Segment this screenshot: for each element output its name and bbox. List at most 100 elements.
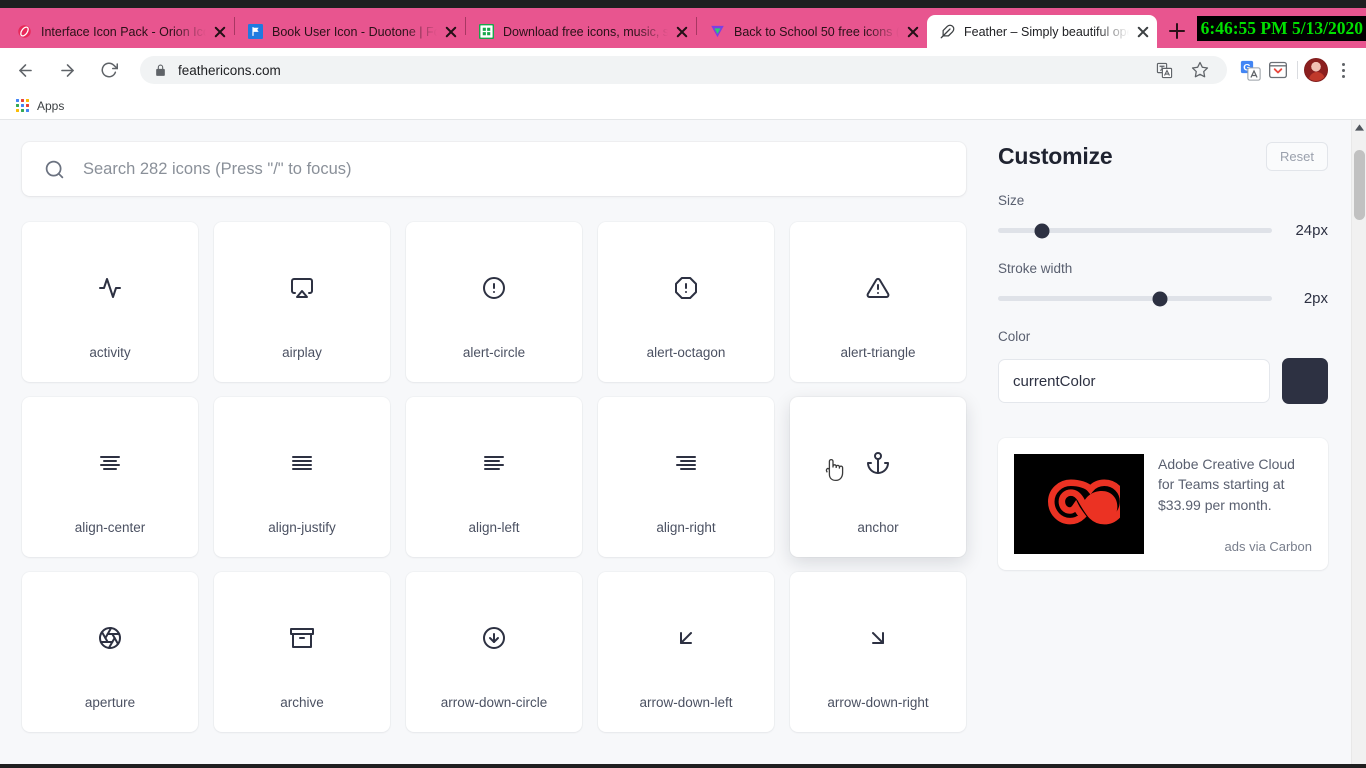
icon-card-alert-circle[interactable]: alert-circle <box>406 222 582 382</box>
color-swatch[interactable] <box>1282 358 1328 404</box>
icon-card-align-center[interactable]: align-center <box>22 397 198 557</box>
icon-card-activity[interactable]: activity <box>22 222 198 382</box>
apps-grid-icon <box>16 99 29 112</box>
lock-icon <box>154 64 167 77</box>
icon-name: arrow-down-right <box>827 695 929 710</box>
tab-strip: Interface Icon Pack - Orion Icon Book Us… <box>0 8 1366 48</box>
reload-button[interactable] <box>94 55 124 85</box>
icon-name: alert-octagon <box>646 345 726 360</box>
search-placeholder: Search 282 icons (Press "/" to focus) <box>83 159 352 178</box>
stroke-width-slider-thumb[interactable] <box>1152 291 1168 306</box>
size-slider-row: 24px <box>998 222 1328 239</box>
extension-pocket-icon[interactable] <box>1265 57 1291 83</box>
stroke-width-slider[interactable] <box>998 291 1272 306</box>
align-justify-icon <box>290 451 314 475</box>
close-icon[interactable] <box>674 24 690 40</box>
icon-card-alert-triangle[interactable]: alert-triangle <box>790 222 966 382</box>
feather-icons-page: Search 282 icons (Press "/" to focus) ac… <box>0 120 1351 764</box>
bookmarks-bar: Apps <box>0 92 1366 120</box>
adobe-creative-cloud-logo <box>1014 454 1144 554</box>
forward-button[interactable] <box>52 55 82 85</box>
reset-button[interactable]: Reset <box>1266 142 1328 171</box>
icon-name: aperture <box>84 695 136 710</box>
icon-grid: activity airplay alert-circle alert-octa… <box>22 222 966 732</box>
scroll-up-arrow[interactable] <box>1352 120 1366 134</box>
window-titlebar <box>0 0 1366 8</box>
icon-name: align-justify <box>268 520 336 535</box>
size-label: Size <box>998 193 1025 208</box>
ad-text-column: Adobe Creative Cloud for Teams starting … <box>1158 454 1312 554</box>
alert-circle-icon <box>482 276 506 300</box>
bookmark-star-icon[interactable] <box>1187 57 1213 83</box>
ad-via-label: ads via Carbon <box>1224 539 1312 554</box>
stroke-width-field: Stroke width 2px <box>998 261 1328 307</box>
clock-overlay: 6:46:55 PM 5/13/2020 <box>1196 16 1366 41</box>
size-field: Size 24px <box>998 193 1328 239</box>
icon-card-arrow-down-left[interactable]: arrow-down-left <box>598 572 774 732</box>
icon-card-aperture[interactable]: aperture <box>22 572 198 732</box>
main-column: Search 282 icons (Press "/" to focus) ac… <box>0 142 966 764</box>
url-text: feathericons.com <box>178 62 281 78</box>
icon-card-alert-octagon[interactable]: alert-octagon <box>598 222 774 382</box>
color-input[interactable]: currentColor <box>998 359 1270 403</box>
browser-tab-4[interactable]: Back to School 50 free icons (S <box>697 15 927 48</box>
icon-name: alert-triangle <box>840 345 916 360</box>
browser-tab-2[interactable]: Book User Icon - Duotone | Fon <box>235 15 465 48</box>
alert-octagon-icon <box>674 276 698 300</box>
icon-name: arrow-down-circle <box>440 695 548 710</box>
size-slider[interactable] <box>998 223 1272 238</box>
close-icon[interactable] <box>212 24 228 40</box>
browser-menu-button[interactable] <box>1330 57 1356 83</box>
mouse-cursor-pointer <box>823 457 845 483</box>
stroke-slider-row: 2px <box>998 290 1328 307</box>
color-field: Color currentColor <box>998 329 1328 404</box>
align-center-icon <box>98 451 122 475</box>
page-scrollbar[interactable] <box>1351 120 1366 764</box>
icon-name: arrow-down-left <box>639 695 733 710</box>
translate-icon[interactable] <box>1151 57 1177 83</box>
purple-triangle-icon <box>709 24 725 40</box>
icon-card-archive[interactable]: archive <box>214 572 390 732</box>
tab-title: Interface Icon Pack - Orion Icon <box>41 24 206 39</box>
icon-card-align-left[interactable]: align-left <box>406 397 582 557</box>
align-right-icon <box>674 451 698 475</box>
size-slider-thumb[interactable] <box>1034 223 1050 238</box>
orion-icon <box>16 24 32 40</box>
icon-card-airplay[interactable]: airplay <box>214 222 390 382</box>
browser-tab-5-active[interactable]: Feather – Simply beautiful open <box>927 15 1157 48</box>
icon-card-align-right[interactable]: align-right <box>598 397 774 557</box>
icon-card-align-justify[interactable]: align-justify <box>214 397 390 557</box>
color-row: currentColor <box>998 358 1328 404</box>
apps-label: Apps <box>37 98 65 113</box>
close-icon[interactable] <box>1135 24 1151 40</box>
tab-title: Feather – Simply beautiful open <box>964 24 1129 39</box>
icon-card-anchor[interactable]: anchor <box>790 397 966 557</box>
new-tab-button[interactable] <box>1163 17 1191 45</box>
icon-name: alert-circle <box>462 345 526 360</box>
browser-tab-3[interactable]: Download free icons, music, sto <box>466 15 696 48</box>
icon-name: align-right <box>656 520 716 535</box>
apps-shortcut[interactable]: Apps <box>12 97 68 115</box>
close-icon[interactable] <box>905 24 921 40</box>
icon-card-arrow-down-circle[interactable]: arrow-down-circle <box>406 572 582 732</box>
aperture-icon <box>98 626 122 650</box>
extension-google-translate-icon[interactable]: G <box>1237 57 1263 83</box>
avatar[interactable] <box>1304 58 1328 82</box>
carbon-ad[interactable]: Adobe Creative Cloud for Teams starting … <box>998 438 1328 570</box>
arrow-down-right-icon <box>866 626 890 650</box>
customize-panel: Customize Reset Size 24px Stroke width 2… <box>966 142 1328 764</box>
align-left-icon <box>482 451 506 475</box>
airplay-icon <box>290 276 314 300</box>
back-button[interactable] <box>10 55 40 85</box>
icon-name: activity <box>89 345 131 360</box>
anchor-icon <box>866 451 890 475</box>
search-input[interactable]: Search 282 icons (Press "/" to focus) <box>22 142 966 196</box>
browser-tab-1[interactable]: Interface Icon Pack - Orion Icon <box>4 15 234 48</box>
activity-icon <box>98 276 122 300</box>
tab-title: Book User Icon - Duotone | Fon <box>272 24 437 39</box>
icon-name: align-left <box>468 520 520 535</box>
icon-card-arrow-down-right[interactable]: arrow-down-right <box>790 572 966 732</box>
address-bar[interactable]: feathericons.com <box>140 56 1227 84</box>
close-icon[interactable] <box>443 24 459 40</box>
scrollbar-thumb[interactable] <box>1354 150 1365 220</box>
